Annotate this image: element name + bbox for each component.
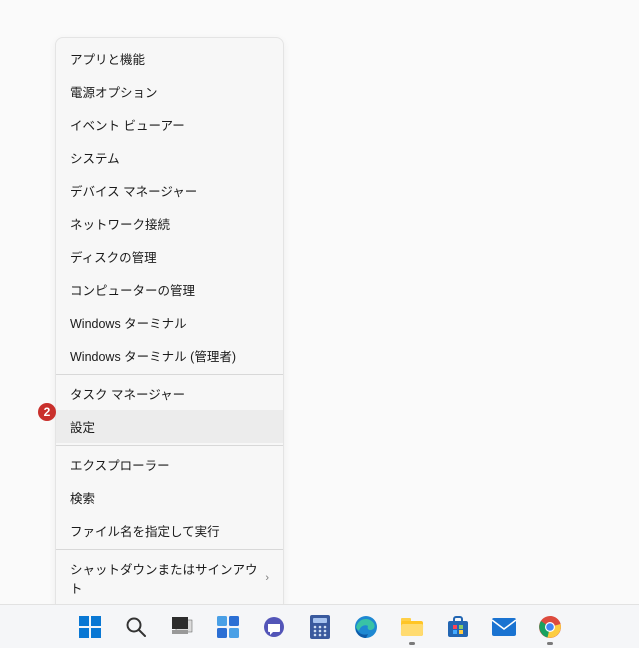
menu-item-disk-management[interactable]: ディスクの管理 <box>56 240 283 273</box>
menu-label: 検索 <box>70 488 95 507</box>
chrome-icon <box>539 616 561 638</box>
microsoft-store[interactable] <box>446 615 470 639</box>
taskbar <box>0 604 639 648</box>
menu-label: コンピューターの管理 <box>70 280 195 299</box>
menu-item-event-viewer[interactable]: イベント ビューアー <box>56 108 283 141</box>
chat-button[interactable] <box>262 615 286 639</box>
menu-item-windows-terminal-admin[interactable]: Windows ターミナル (管理者) <box>56 339 283 372</box>
menu-item-explorer[interactable]: エクスプローラー <box>56 448 283 481</box>
menu-item-computer-management[interactable]: コンピューターの管理 <box>56 273 283 306</box>
menu-label: タスク マネージャー <box>70 384 185 403</box>
winx-context-menu: アプリと機能 電源オプション イベント ビューアー システム デバイス マネージ… <box>55 37 284 642</box>
start-button[interactable] <box>78 615 102 639</box>
windows-logo-icon <box>79 616 101 638</box>
menu-label: Windows ターミナル (管理者) <box>70 346 236 365</box>
menu-label: イベント ビューアー <box>70 115 185 134</box>
task-view-icon <box>171 617 193 637</box>
menu-item-settings[interactable]: 設定 <box>56 410 283 443</box>
search-icon <box>125 616 147 638</box>
menu-label: 設定 <box>70 417 95 436</box>
menu-label: Windows ターミナル <box>70 313 187 332</box>
menu-item-network-connections[interactable]: ネットワーク接続 <box>56 207 283 240</box>
chrome-browser[interactable] <box>538 615 562 639</box>
menu-label: システム <box>70 148 120 167</box>
menu-divider <box>56 445 283 446</box>
store-icon <box>447 616 469 638</box>
chat-icon <box>263 616 285 638</box>
menu-item-system[interactable]: システム <box>56 141 283 174</box>
menu-item-apps-features[interactable]: アプリと機能 <box>56 42 283 75</box>
search-button[interactable] <box>124 615 148 639</box>
menu-label: ネットワーク接続 <box>70 214 170 233</box>
menu-label: 電源オプション <box>70 82 158 101</box>
menu-item-power-options[interactable]: 電源オプション <box>56 75 283 108</box>
menu-label: デバイス マネージャー <box>70 181 197 200</box>
menu-item-windows-terminal[interactable]: Windows ターミナル <box>56 306 283 339</box>
edge-icon <box>354 615 378 639</box>
menu-label: ファイル名を指定して実行 <box>70 521 220 540</box>
menu-item-run[interactable]: ファイル名を指定して実行 <box>56 514 283 547</box>
folder-icon <box>401 618 423 636</box>
calculator-icon <box>310 615 330 639</box>
edge-browser[interactable] <box>354 615 378 639</box>
calculator-app[interactable] <box>308 615 332 639</box>
menu-divider <box>56 374 283 375</box>
menu-label: ディスクの管理 <box>70 247 157 266</box>
menu-label: エクスプローラー <box>70 455 170 474</box>
menu-divider <box>56 549 283 550</box>
task-view-button[interactable] <box>170 615 194 639</box>
submenu-chevron-icon: › <box>265 572 269 584</box>
mail-app[interactable] <box>492 615 516 639</box>
menu-item-task-manager[interactable]: タスク マネージャー <box>56 377 283 410</box>
mail-icon <box>492 618 516 636</box>
menu-label: アプリと機能 <box>70 49 145 68</box>
widgets-icon <box>217 616 239 638</box>
menu-item-shutdown-signout[interactable]: シャットダウンまたはサインアウト › <box>56 552 283 604</box>
menu-label: シャットダウンまたはサインアウト <box>70 559 265 597</box>
widgets-button[interactable] <box>216 615 240 639</box>
menu-item-search[interactable]: 検索 <box>56 481 283 514</box>
menu-item-device-manager[interactable]: デバイス マネージャー <box>56 174 283 207</box>
file-explorer[interactable] <box>400 615 424 639</box>
annotation-badge-2: 2 <box>38 403 56 421</box>
